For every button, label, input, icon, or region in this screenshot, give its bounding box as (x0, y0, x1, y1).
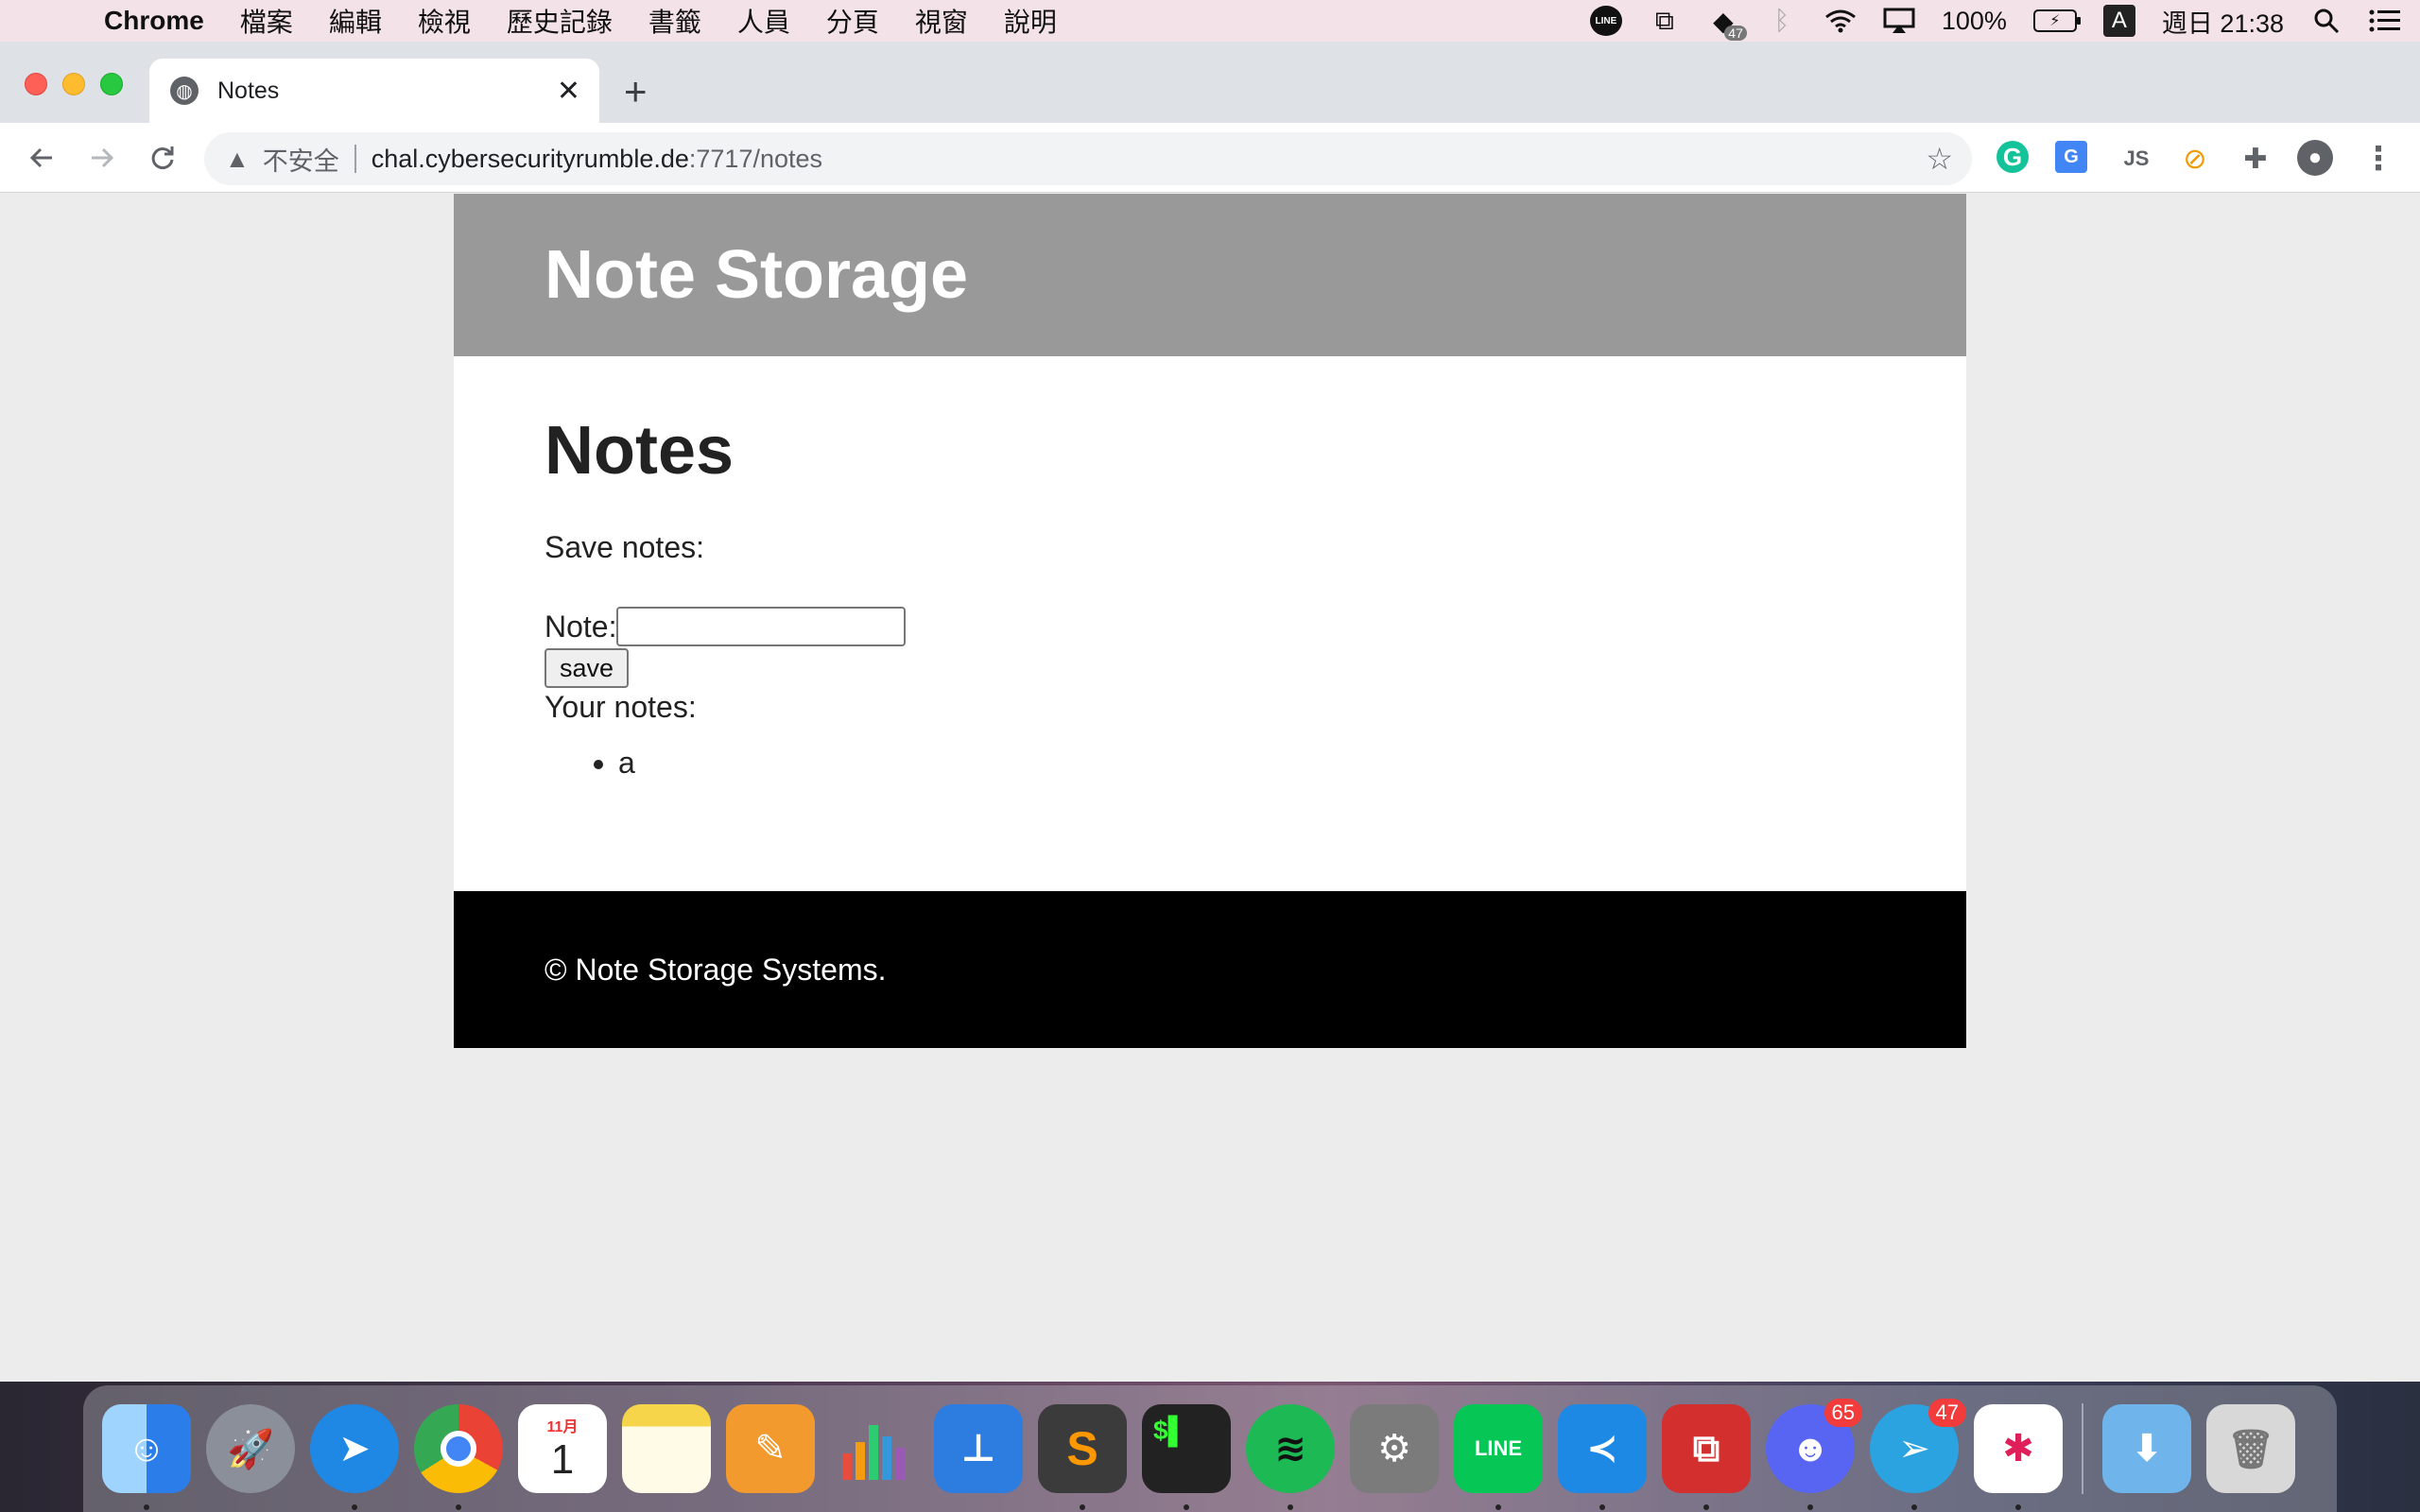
note-row: Note: (544, 607, 1876, 646)
calendar-month: 11月 (546, 1419, 579, 1435)
back-button[interactable] (11, 128, 72, 188)
discord-badge: 65 (1824, 1399, 1862, 1427)
launchpad-icon[interactable]: 🚀 (206, 1404, 295, 1493)
translate-extension-icon[interactable]: G (2055, 141, 2087, 173)
airplay-icon[interactable] (1883, 7, 1915, 35)
dock-separator (2082, 1403, 2083, 1494)
site-title: Note Storage (544, 237, 969, 313)
list-item: a (618, 746, 1876, 781)
system-preferences-icon[interactable]: ⚙ (1350, 1404, 1439, 1493)
spotlight-search-icon[interactable] (2310, 7, 2342, 35)
site-footer: © Note Storage Systems. (454, 891, 1966, 1048)
downloads-folder-icon[interactable]: ⬇ (2102, 1404, 2191, 1493)
input-method-icon[interactable]: A (2102, 5, 2135, 37)
terminal-icon[interactable]: $▌ (1142, 1404, 1231, 1510)
notes-app-icon[interactable] (622, 1404, 711, 1493)
menu-window[interactable]: 視窗 (915, 2, 968, 40)
finder-icon[interactable]: ☺ (102, 1404, 191, 1510)
tab-close-icon[interactable]: ✕ (557, 75, 580, 108)
discord-icon[interactable]: ☻ 65 (1766, 1399, 1862, 1510)
battery-icon[interactable]: ⚡ (2032, 9, 2081, 32)
url-host: chal.cybersecurityrumble.de (371, 144, 689, 173)
sublime-text-icon[interactable]: S (1038, 1404, 1127, 1510)
tab-notes[interactable]: ◍ Notes ✕ (149, 59, 599, 123)
footer-text: © Note Storage Systems. (544, 952, 887, 987)
telegram-icon[interactable]: ➢ 47 (1870, 1399, 1966, 1510)
note-input[interactable] (616, 607, 907, 646)
main-content: Notes Save notes: Note: save Your notes:… (454, 356, 1966, 891)
menu-edit[interactable]: 編輯 (329, 2, 382, 40)
menu-tab[interactable]: 分頁 (826, 2, 879, 40)
menu-people[interactable]: 人員 (737, 2, 790, 40)
trash-icon[interactable]: 🗑 (2206, 1404, 2295, 1493)
chrome-icon[interactable] (414, 1404, 503, 1510)
globe-icon: ◍ (170, 77, 199, 105)
address-separator (354, 145, 356, 173)
notification-app-icon[interactable]: ◆ 47 (1707, 7, 1747, 41)
battery-percent: 100% (1941, 6, 2007, 35)
parallels-icon[interactable]: ⧉ (1662, 1404, 1751, 1510)
blocker-extension-icon[interactable]: ⊘ (2176, 140, 2214, 178)
pages-icon[interactable]: ✎ (726, 1404, 815, 1493)
chrome-menu-icon[interactable]: ⋮ (2360, 140, 2397, 178)
page-heading: Notes (544, 413, 735, 489)
app-menus: Chrome 檔案 編輯 檢視 歷史記錄 書籤 人員 分頁 視窗 說明 (104, 2, 1093, 40)
notification-badge: 47 (1724, 26, 1747, 41)
grammarly-extension-icon[interactable]: G (1996, 141, 2029, 173)
extensions-puzzle-icon[interactable]: ✚ (2237, 140, 2274, 178)
save-button[interactable]: save (544, 648, 630, 688)
line-app-label: LINE (1474, 1436, 1523, 1460)
notes-list: a (618, 746, 1876, 781)
js-toggle-extension-icon[interactable]: JS (2118, 140, 2155, 178)
window-minimize-button[interactable] (62, 73, 85, 95)
insecure-label[interactable]: 不安全 (263, 141, 339, 178)
calendar-day: 1 (550, 1436, 575, 1483)
your-notes-label: Your notes: (544, 690, 697, 724)
menu-app-name[interactable]: Chrome (104, 6, 204, 36)
page-viewport: Note Storage Notes Save notes: Note: sav… (0, 194, 2420, 1382)
reload-button[interactable] (132, 128, 193, 188)
save-notes-intro: Save notes: (544, 530, 704, 564)
line-app-icon[interactable]: LINE (1454, 1404, 1543, 1510)
vscode-icon[interactable]: ≺ (1558, 1404, 1647, 1510)
window-zoom-button[interactable] (100, 73, 123, 95)
status-menus: LINE ⧉ ◆ 47 ᛒ 100% ⚡ A 週日 21:38 (1589, 0, 2401, 42)
keynote-icon[interactable]: ⊥ (934, 1404, 1023, 1493)
line-status-icon[interactable]: LINE (1589, 6, 1622, 36)
forward-button[interactable] (72, 128, 132, 188)
menubar-clock[interactable]: 週日 21:38 (2162, 3, 2284, 40)
screenshot-tool-icon[interactable]: ⧉ (1649, 6, 1681, 35)
address-bar[interactable]: ▲ 不安全 chal.cybersecurityrumble.de:7717/n… (204, 132, 1972, 185)
url-path: :7717/notes (688, 144, 823, 173)
wifi-icon[interactable] (1824, 7, 1857, 35)
bookmark-star-icon[interactable]: ☆ (1926, 141, 1953, 177)
safari-icon[interactable]: ➤ (310, 1404, 399, 1510)
note-form: Note: save (544, 607, 1876, 688)
bluetooth-icon[interactable]: ᛒ (1766, 6, 1798, 35)
page-container: Note Storage Notes Save notes: Note: sav… (454, 194, 1966, 1048)
menu-bar: Chrome 檔案 編輯 檢視 歷史記錄 書籤 人員 分頁 視窗 說明 LINE… (0, 0, 2420, 42)
note-label: Note: (544, 609, 617, 644)
numbers-icon[interactable] (830, 1404, 919, 1493)
site-header: Note Storage (454, 194, 1966, 356)
profile-avatar-icon[interactable]: ● (2297, 140, 2333, 176)
menu-file[interactable]: 檔案 (240, 2, 293, 40)
menu-help[interactable]: 說明 (1004, 2, 1057, 40)
new-tab-button[interactable]: + (624, 72, 648, 112)
menu-bookmarks[interactable]: 書籤 (648, 2, 701, 40)
slack-icon[interactable]: ✱ (1974, 1404, 2063, 1510)
line-status-label: LINE (1589, 6, 1622, 36)
notification-center-icon[interactable] (2369, 7, 2401, 35)
telegram-badge: 47 (1927, 1399, 1966, 1427)
spotify-icon[interactable]: ≋ (1246, 1404, 1335, 1510)
tab-title: Notes (217, 77, 280, 104)
menu-history[interactable]: 歷史記錄 (507, 2, 613, 40)
dock: ☺ 🚀 ➤ 11月 1 ✎ ⊥ S $▌ ≋ ⚙ LINE ≺ ⧉ ☻ 65 ➢ 4… (83, 1385, 2337, 1512)
menu-view[interactable]: 檢視 (418, 2, 471, 40)
window-close-button[interactable] (25, 73, 47, 95)
calendar-icon[interactable]: 11月 1 (518, 1404, 607, 1493)
tab-strip: ◍ Notes ✕ + (0, 42, 2420, 123)
warning-triangle-icon[interactable]: ▲ (225, 145, 250, 174)
